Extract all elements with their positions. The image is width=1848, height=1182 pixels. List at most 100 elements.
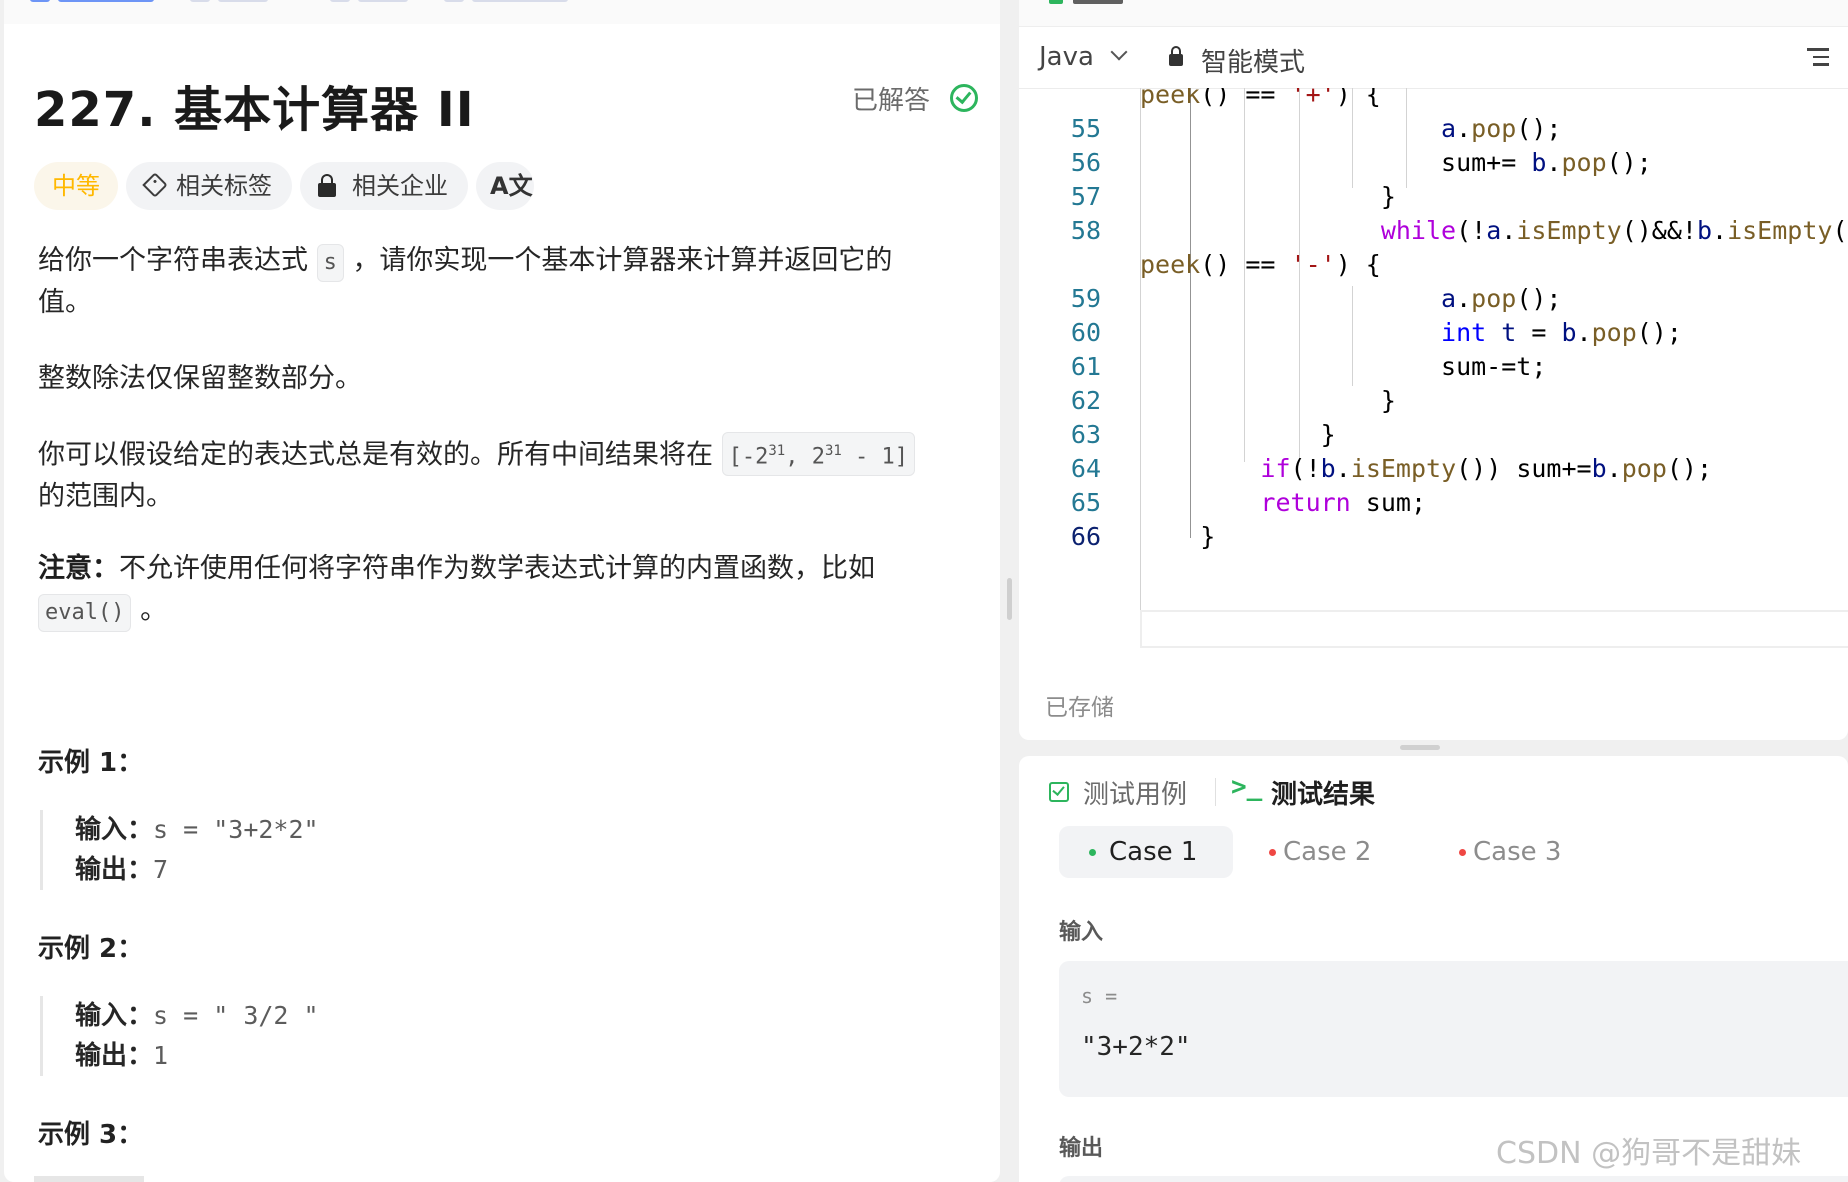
case-tab-2[interactable]: Case 2 [1233, 826, 1403, 878]
input-section-label: 输入 [1059, 920, 1104, 945]
example-2-block: 输入：s = " 3/2 " 输出：1 [40, 996, 319, 1076]
example-3-heading: 示例 3： [38, 1120, 144, 1150]
related-companies-button[interactable]: 相关企业 [300, 162, 468, 210]
code-line: } [1140, 420, 1336, 449]
page-title: 227. 基本计算器 II [34, 82, 475, 138]
description-paragraph-2: 整数除法仅保留整数部分。 [38, 363, 362, 394]
tab-divider [1215, 778, 1216, 806]
translate-button[interactable]: A文 [476, 162, 534, 210]
desc-text: 值。 [38, 287, 92, 318]
inline-code-range: [-231, 231 - 1] [721, 432, 916, 477]
description-paragraph-1: 给你一个字符串表达式 s ，请你实现一个基本计算器来计算并返回它的 值。 [38, 240, 958, 324]
tab-submissions[interactable] [472, 0, 568, 2]
range-end: - 1] [841, 444, 909, 470]
code-line: sum+= b.pop(); [1140, 148, 1652, 177]
tab-editorial-icon[interactable] [190, 0, 210, 2]
line-number: 63 [1070, 420, 1101, 449]
example-1-heading: 示例 1： [38, 748, 144, 778]
editor-tab-bar[interactable] [1019, 0, 1848, 27]
case-label: Case 1 [1109, 837, 1198, 867]
tab-code[interactable] [1073, 0, 1123, 4]
code-line: peek() == '+') { [1140, 88, 1381, 109]
status-dot-icon [1269, 849, 1276, 856]
code-line: peek() == '-') { [1140, 250, 1381, 279]
case-tab-1[interactable]: Case 1 [1059, 826, 1233, 878]
code-line: while(!a.isEmpty()&&!b.isEmpty()&& [1380, 216, 1848, 245]
desc-text: ，请你实现一个基本计算器来计算并返回它的 [352, 245, 893, 276]
menu-icon[interactable] [1807, 48, 1829, 71]
input-variable-name: s = [1081, 984, 1118, 1008]
tab-editorial[interactable] [218, 0, 268, 2]
language-select[interactable]: Java [1039, 42, 1094, 72]
output-value: 7 [153, 855, 169, 884]
watermark: CSDN @狗哥不是甜妹 [1496, 1136, 1802, 1171]
output-label: 输出： [75, 855, 154, 885]
test-panel: 测试用例 >_ 测试结果 Case 1 Case 2 Case 3 输入 s =… [1019, 756, 1848, 1182]
output-box [1059, 1176, 1848, 1182]
line-number: 55 [1070, 114, 1101, 143]
line-number: 56 [1070, 148, 1101, 177]
exponent: 31 [768, 443, 786, 459]
terminal-icon: >_ [1231, 772, 1263, 802]
translate-icon: A文 [490, 172, 533, 200]
chevron-down-icon[interactable] [1110, 43, 1128, 61]
exponent: 31 [824, 443, 842, 459]
case-tab-3[interactable]: Case 3 [1423, 826, 1593, 878]
line-number: 59 [1070, 284, 1101, 313]
related-tags-button[interactable]: 相关标签 [126, 162, 292, 210]
code-line: sum-=t; [1140, 352, 1547, 381]
code-line: } [1140, 522, 1216, 551]
case-label: Case 3 [1473, 837, 1562, 867]
description-tab-icon[interactable] [30, 0, 50, 2]
lock-icon [318, 174, 336, 197]
desc-text: 你可以假设给定的表达式总是有效的。所有中间结果将在 [38, 439, 713, 471]
tab-submissions-icon[interactable] [444, 0, 464, 2]
desc-text: 。 [140, 595, 168, 626]
inline-code: eval() [38, 594, 132, 632]
line-number: 58 [1070, 216, 1101, 245]
line-number: 62 [1070, 386, 1101, 415]
output-value: 1 [153, 1041, 169, 1070]
related-tags-label: 相关标签 [176, 172, 272, 200]
code-tab-icon [1049, 0, 1063, 4]
saved-status: 已存储 [1045, 695, 1114, 721]
input-box[interactable] [1059, 961, 1848, 1097]
inline-code: s [316, 244, 344, 282]
code-area[interactable]: 55 56 57 58 59 60 61 62 63 64 65 66 peek… [1019, 88, 1848, 652]
input-label: 输入： [75, 1001, 154, 1031]
vertical-resize-handle[interactable] [1007, 578, 1012, 620]
note-label: 注意： [38, 553, 119, 584]
example-1-block: 输入：s = "3+2*2" 输出：7 [40, 810, 319, 890]
tab-testcase[interactable]: 测试用例 [1083, 774, 1187, 811]
tab-solutions-icon[interactable] [330, 0, 350, 2]
range-mid: , 2 [785, 444, 825, 470]
line-number: 57 [1070, 182, 1101, 211]
line-number-current: 66 [1070, 522, 1101, 551]
line-number: 61 [1070, 352, 1101, 381]
input-variable-value: "3+2*2" [1081, 1032, 1191, 1062]
tab-solutions[interactable] [358, 0, 408, 2]
input-value: s = "3+2*2" [153, 815, 319, 844]
checkbox-icon [1049, 782, 1069, 802]
smart-mode-toggle[interactable]: 智能模式 [1201, 42, 1305, 79]
example-3-block-edge [34, 1176, 144, 1182]
panel-tab-bar[interactable] [4, 0, 1000, 24]
status-dot-icon [1089, 849, 1096, 856]
output-section-label: 输出 [1059, 1136, 1104, 1161]
horizontal-resize-handle[interactable] [1400, 745, 1440, 750]
problem-panel: 227. 基本计算器 II 已解答 中等 相关标签 相关企业 A文 给你一个字符… [4, 0, 1000, 1182]
code-line: if(!b.isEmpty()) sum+=b.pop(); [1260, 454, 1713, 483]
code-line: } [1140, 386, 1396, 415]
lock-icon [1169, 46, 1183, 66]
code-line: int t = b.pop(); [1441, 318, 1682, 347]
related-companies-label: 相关企业 [352, 172, 448, 200]
tab-description[interactable] [58, 0, 154, 2]
check-circle-icon [950, 84, 978, 112]
tab-test-result[interactable]: 测试结果 [1271, 774, 1375, 811]
editor-toolbar: Java 智能模式 [1019, 26, 1848, 89]
note-paragraph: 注意：不允许使用任何将字符串作为数学表达式计算的内置函数，比如 eval() 。 [38, 548, 998, 632]
status-dot-icon [1459, 849, 1466, 856]
difficulty-badge: 中等 [34, 162, 118, 210]
code-line: a.pop(); [1441, 284, 1562, 313]
current-line-highlight [1140, 610, 1848, 648]
